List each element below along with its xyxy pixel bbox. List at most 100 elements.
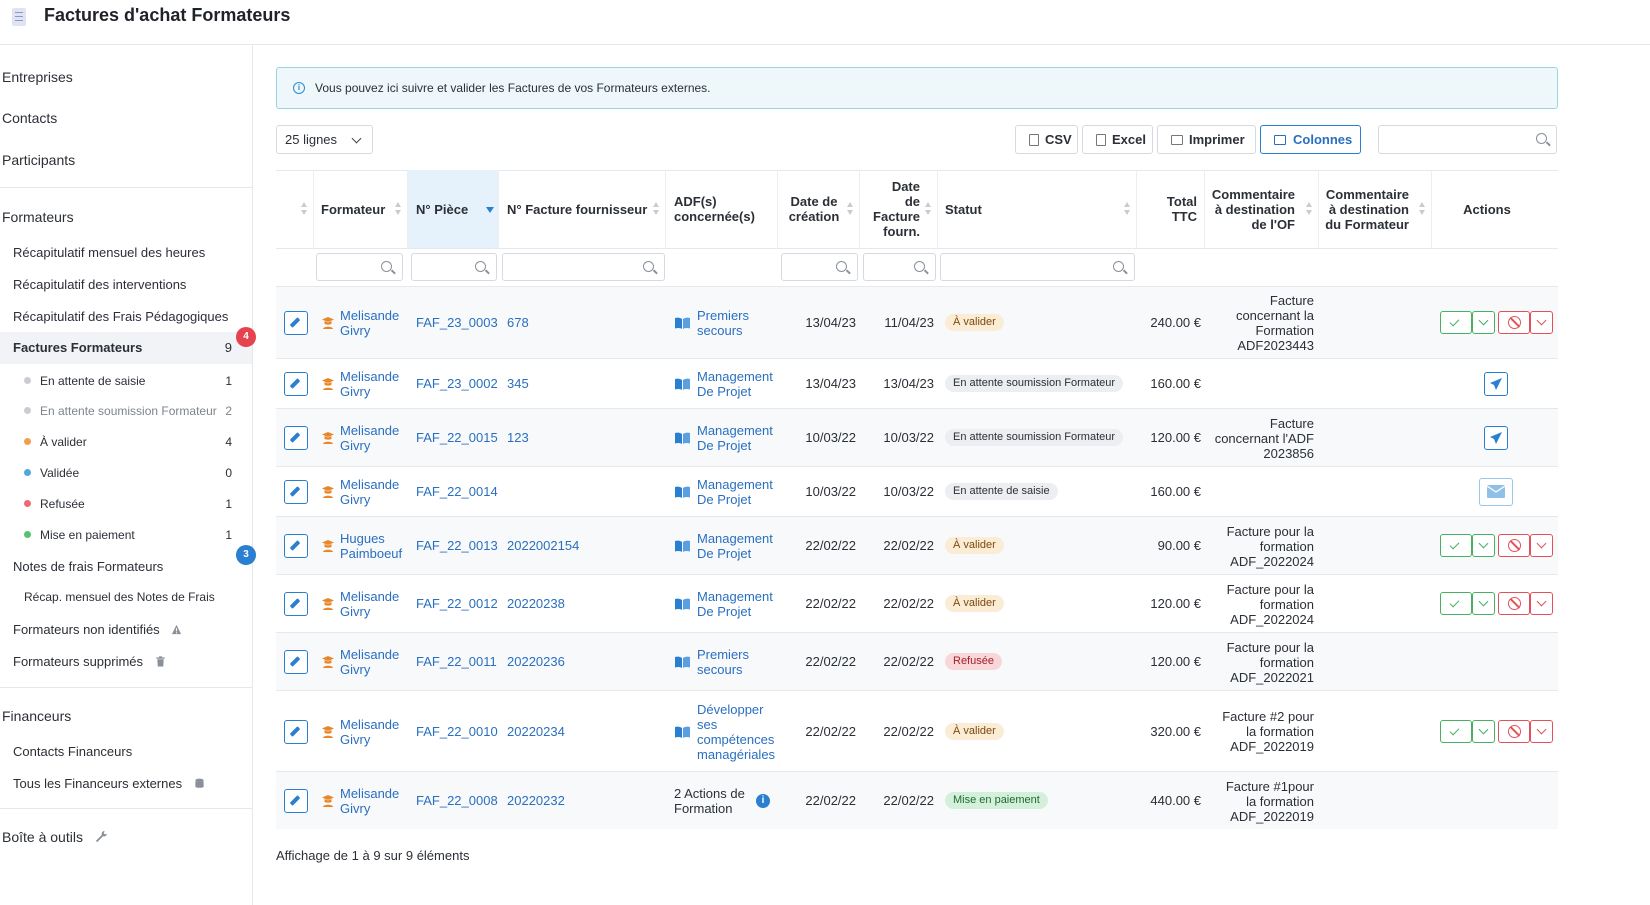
sidebar-item-supprimes[interactable]: Formateurs supprimés <box>13 654 166 669</box>
supplier-invoice-link[interactable]: 20220232 <box>507 793 565 808</box>
filter-facture-input[interactable] <box>502 253 665 281</box>
status-filter-validee[interactable]: Validée <box>24 466 79 480</box>
piece-number-link[interactable]: FAF_23_0003 <box>416 315 498 330</box>
validate-dropdown-button[interactable] <box>1472 592 1495 615</box>
trainer-name-link[interactable]: Melisande Givry <box>340 647 399 677</box>
column-header-comment-of[interactable]: Commentaire à destination de l'OF <box>1205 170 1319 248</box>
sidebar-item-financeurs-externes[interactable]: Tous les Financeurs externes <box>13 776 205 791</box>
refuse-dropdown-button[interactable] <box>1530 719 1553 743</box>
column-header-total[interactable]: Total TTC <box>1137 170 1205 248</box>
print-button[interactable]: Imprimer <box>1157 125 1256 154</box>
status-filter-refusee[interactable]: Refusée <box>24 497 85 511</box>
column-header-date-facture[interactable]: Date de Facture fourn. <box>860 170 938 248</box>
supplier-invoice-link[interactable]: 20220234 <box>507 724 565 739</box>
refuse-dropdown-button[interactable] <box>1530 592 1553 615</box>
adf-link[interactable]: Management De Projet <box>697 423 773 453</box>
column-header-creation[interactable]: Date de création <box>778 170 860 248</box>
piece-number-link[interactable]: FAF_22_0013 <box>416 538 498 553</box>
filter-piece-input[interactable] <box>411 253 497 281</box>
refuse-button[interactable] <box>1498 592 1530 615</box>
edit-button[interactable] <box>284 480 308 504</box>
columns-button[interactable]: Colonnes <box>1260 125 1361 154</box>
sidebar-section-financeurs[interactable]: Financeurs <box>2 708 71 724</box>
validate-button[interactable] <box>1440 311 1472 334</box>
edit-button[interactable] <box>284 650 308 674</box>
sidebar-item-recap-heures[interactable]: Récapitulatif mensuel des heures <box>13 245 205 260</box>
supplier-invoice-link[interactable]: 345 <box>507 376 529 391</box>
page-size-select[interactable]: 25 lignes <box>276 125 373 154</box>
refuse-dropdown-button[interactable] <box>1530 311 1553 334</box>
adf-link[interactable]: 2 Actions de Formation <box>674 786 745 816</box>
sidebar-item-non-identifies[interactable]: Formateurs non identifiés <box>13 622 182 637</box>
piece-number-link[interactable]: FAF_23_0002 <box>416 376 498 391</box>
refuse-button[interactable] <box>1498 311 1530 334</box>
adf-link[interactable]: Premiers secours <box>697 647 749 677</box>
filter-date-facture-input[interactable] <box>863 253 936 281</box>
trainer-name-link[interactable]: Melisande Givry <box>340 786 399 816</box>
piece-number-link[interactable]: FAF_22_0014 <box>416 484 498 499</box>
trainer-name-link[interactable]: Melisande Givry <box>340 423 399 453</box>
validate-button[interactable] <box>1440 592 1472 615</box>
filter-formateur-input[interactable] <box>316 253 403 281</box>
column-header-formateur[interactable]: Formateur <box>314 170 408 248</box>
sidebar-item-entreprises[interactable]: Entreprises <box>2 69 73 85</box>
trainer-name-link[interactable]: Melisande Givry <box>340 477 399 507</box>
refuse-dropdown-button[interactable] <box>1530 534 1553 557</box>
status-filter-en-attente-soumission[interactable]: En attente soumission Formateur <box>24 404 217 418</box>
sidebar-item-factures-formateurs[interactable]: Factures Formateurs 9 <box>0 332 252 364</box>
sidebar-item-notes-frais[interactable]: Notes de frais Formateurs <box>13 559 163 574</box>
adf-link[interactable]: Management De Projet <box>697 531 773 561</box>
sidebar-item-boite-outils[interactable]: Boîte à outils <box>2 829 108 845</box>
send-reminder-button[interactable] <box>1484 372 1508 396</box>
validate-dropdown-button[interactable] <box>1472 719 1495 743</box>
column-header-adf[interactable]: ADF(s) concernée(s) <box>666 170 778 248</box>
column-header-statut[interactable]: Statut <box>938 170 1137 248</box>
status-filter-mise-en-paiement[interactable]: Mise en paiement <box>24 528 135 542</box>
validate-dropdown-button[interactable] <box>1472 534 1495 557</box>
csv-button[interactable]: CSV <box>1015 125 1078 154</box>
trainer-name-link[interactable]: Melisande Givry <box>340 717 399 747</box>
edit-button[interactable] <box>284 426 308 450</box>
validate-button[interactable] <box>1440 719 1472 743</box>
send-email-button[interactable] <box>1479 478 1513 506</box>
piece-number-link[interactable]: FAF_22_0008 <box>416 793 498 808</box>
column-header-comment-formateur[interactable]: Commentaire à destination du Formateur <box>1319 170 1432 248</box>
validate-button[interactable] <box>1440 534 1472 557</box>
supplier-invoice-link[interactable]: 123 <box>507 430 529 445</box>
column-header-piece[interactable]: N° Pièce <box>408 170 499 248</box>
trainer-name-link[interactable]: Melisande Givry <box>340 589 399 619</box>
piece-number-link[interactable]: FAF_22_0015 <box>416 430 498 445</box>
sidebar-item-recap-frais[interactable]: Récapitulatif des Frais Pédagogiques <box>13 309 228 324</box>
sidebar-item-recap-notes[interactable]: Récap. mensuel des Notes de Frais <box>24 590 215 604</box>
adf-link[interactable]: Développer ses compétences managériales <box>697 702 775 762</box>
sidebar-item-contacts-financeurs[interactable]: Contacts Financeurs <box>13 744 132 759</box>
edit-button[interactable] <box>284 789 308 813</box>
refuse-button[interactable] <box>1498 534 1530 557</box>
trainer-name-link[interactable]: Hugues Paimboeuf <box>340 531 402 561</box>
refuse-button[interactable] <box>1498 719 1530 743</box>
edit-button[interactable] <box>284 372 308 396</box>
edit-button[interactable] <box>284 592 308 616</box>
piece-number-link[interactable]: FAF_22_0010 <box>416 724 498 739</box>
piece-number-link[interactable]: FAF_22_0012 <box>416 596 498 611</box>
adf-link[interactable]: Management De Projet <box>697 589 773 619</box>
column-header-facture[interactable]: N° Facture fournisseur <box>499 170 666 248</box>
trainer-name-link[interactable]: Melisande Givry <box>340 369 399 399</box>
sidebar-item-recap-interventions[interactable]: Récapitulatif des interventions <box>13 277 186 292</box>
global-search-input[interactable] <box>1378 125 1557 154</box>
edit-button[interactable] <box>284 534 308 558</box>
adf-link[interactable]: Management De Projet <box>697 369 773 399</box>
info-icon[interactable]: i <box>756 794 770 808</box>
column-header-select[interactable] <box>276 170 314 248</box>
edit-button[interactable] <box>284 311 308 335</box>
send-reminder-button[interactable] <box>1484 426 1508 450</box>
sidebar-section-formateurs[interactable]: Formateurs <box>2 209 74 225</box>
validate-dropdown-button[interactable] <box>1472 311 1495 334</box>
supplier-invoice-link[interactable]: 2022002154 <box>507 538 579 553</box>
adf-link[interactable]: Management De Projet <box>697 477 773 507</box>
sidebar-item-contacts[interactable]: Contacts <box>2 110 57 126</box>
sidebar-item-participants[interactable]: Participants <box>2 152 75 168</box>
filter-statut-input[interactable] <box>940 253 1135 281</box>
piece-number-link[interactable]: FAF_22_0011 <box>416 654 497 669</box>
status-filter-a-valider[interactable]: À valider <box>24 435 87 449</box>
